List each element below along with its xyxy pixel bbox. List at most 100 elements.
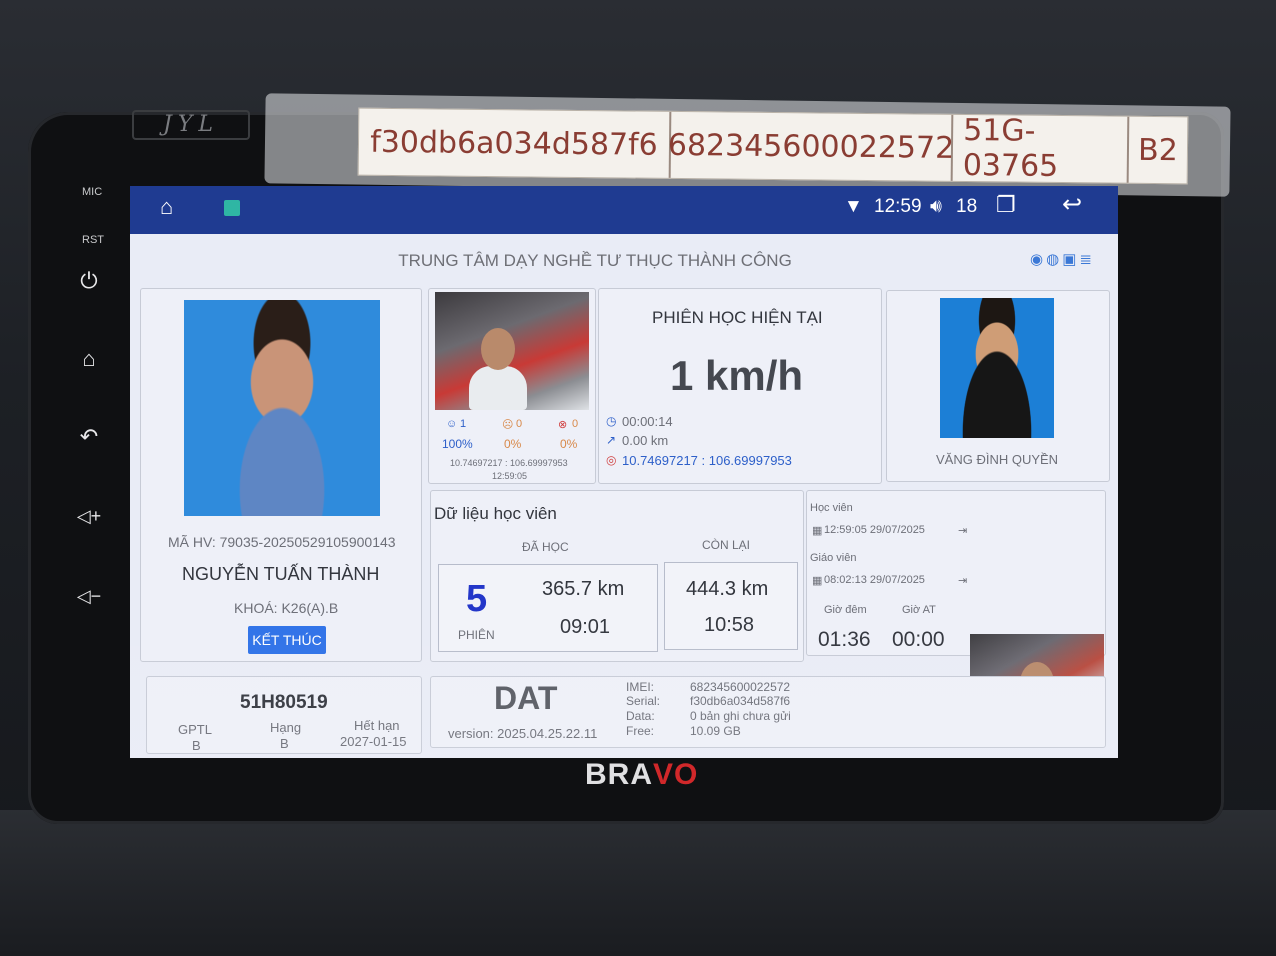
logout-icon-student[interactable]: ⇥	[958, 524, 967, 537]
back-icon[interactable]: ↶	[74, 424, 104, 450]
timer-icon: ◷	[606, 414, 617, 428]
mic-label: MIC	[82, 186, 103, 198]
car-dashboard-scene: JYL MIC RST ⏻ ⌂ ↶ ◁+ ◁− f30db6a034d587f6…	[0, 0, 1276, 956]
driver-face	[481, 328, 515, 370]
face-fail-pct: 0%	[560, 437, 578, 451]
gptl-label: GPTL	[178, 722, 212, 737]
session-distance: 0.00 km	[622, 433, 669, 448]
logout-icon-teacher[interactable]: ⇥	[958, 574, 967, 587]
cabin-camera-view	[435, 292, 589, 410]
imei-value: 682345600022572	[690, 680, 791, 694]
app-name: DAT	[494, 680, 558, 716]
clock: 12:59	[874, 196, 922, 217]
session-speed: 1 km/h	[670, 352, 804, 399]
at-hours-value: 00:00	[892, 628, 945, 651]
end-session-button[interactable]: KẾT THÚC	[248, 626, 326, 654]
student-photo	[184, 300, 380, 516]
login-student-label: Học viên	[810, 502, 853, 514]
globe-icon[interactable]: ◍	[1046, 251, 1062, 268]
student-name: NGUYỄN TUẤN THÀNH	[182, 564, 380, 584]
training-center-name: TRUNG TÂM DẠY NGHỀ TƯ THỤC THÀNH CÔNG	[398, 251, 792, 270]
power-icon[interactable]: ⏻	[74, 268, 104, 294]
compass-icon[interactable]: ◉	[1030, 251, 1046, 268]
remaining-km: 444.3 km	[686, 578, 769, 600]
expiry-value: 2027-01-15	[340, 734, 407, 749]
class-label: Hạng	[270, 720, 302, 735]
gptl-value: B	[192, 738, 201, 753]
bravo-logo-part-b: VO	[653, 758, 699, 791]
at-hours-label: Giờ AT	[902, 604, 936, 616]
session-gps: 10.74697217 : 106.69997953	[622, 453, 792, 468]
face-match-pct: 100%	[442, 437, 473, 451]
status-bar: ⌂ ▼ 12:59 🔊︎ 18 ❐ ↩	[130, 186, 1118, 234]
free-value: 10.09 GB	[690, 724, 741, 738]
calendar-icon-student: ▦	[812, 525, 823, 537]
home-icon[interactable]: ⌂	[74, 346, 104, 372]
face-unknown-count: 0	[516, 418, 523, 430]
session-title: PHIÊN HỌC HIỆN TẠI	[652, 308, 823, 327]
app-screen: ⌂ ▼ 12:59 🔊︎ 18 ❐ ↩ TRUNG TÂM DẠY NGHỀ T…	[130, 186, 1118, 758]
camera-coords: 10.74697217 : 106.69997953	[450, 458, 568, 468]
serial-value: f30db6a034d587f6	[690, 694, 791, 708]
wifi-icon: ▼	[844, 196, 863, 217]
learned-header: ĐÃ HỌC	[522, 540, 569, 554]
teacher-name: VĂNG ĐÌNH QUYỀN	[936, 452, 1059, 467]
data-value: 0 bản ghi chưa gửi	[690, 709, 791, 723]
login-teacher-label: Giáo viên	[810, 552, 857, 564]
student-data-title: Dữ liệu học viên	[434, 504, 557, 523]
expiry-label: Hết hạn	[354, 718, 400, 733]
face-match-count: 1	[460, 418, 467, 430]
bravo-logo: BRAVO	[585, 758, 698, 792]
face-unknown-pct: 0%	[504, 437, 522, 451]
database-icon[interactable]: ≣	[1079, 251, 1095, 268]
rst-label[interactable]: RST	[82, 234, 104, 246]
camera-icon[interactable]: ▣	[1062, 251, 1079, 268]
home-nav-icon[interactable]: ⌂	[160, 194, 173, 220]
login-teacher-time: 08:02:13 29/07/2025	[824, 574, 925, 586]
face-fail-icon: ⊗	[558, 419, 568, 431]
app-version: version: 2025.04.25.22.11	[448, 726, 598, 741]
calendar-icon-teacher: ▦	[812, 575, 823, 587]
volume-up-icon[interactable]: ◁+	[74, 506, 104, 527]
sticker-serial: f30db6a034d587f6	[358, 108, 672, 178]
driver-body	[469, 366, 527, 410]
frame-brand-label: JYL	[132, 110, 250, 140]
bravo-logo-part-a: BRA	[585, 758, 653, 791]
night-hours-label: Giờ đêm	[824, 604, 867, 616]
gps-icon: ◎	[606, 453, 617, 467]
class-value: B	[280, 736, 289, 751]
device-id-sticker: f30db6a034d587f6 682345600022572 51G-037…	[357, 107, 1189, 185]
camera-time: 12:59:05	[492, 471, 528, 481]
free-label: Free:	[626, 724, 655, 738]
session-elapsed: 00:00:14	[622, 414, 673, 429]
remaining-time: 10:58	[704, 614, 755, 636]
learned-km: 365.7 km	[542, 578, 625, 600]
face-match-icon: ☺	[446, 418, 458, 430]
recent-apps-icon[interactable]: ❐	[996, 192, 1016, 218]
volume-down-icon[interactable]: ◁−	[74, 586, 104, 607]
dashboard-lower-panel	[0, 810, 1276, 956]
serial-label: Serial:	[626, 694, 661, 708]
session-count: 5	[466, 578, 488, 620]
back-nav-icon[interactable]: ↩	[1062, 190, 1082, 219]
data-label: Data:	[626, 709, 655, 723]
teacher-photo	[940, 298, 1054, 438]
student-course: KHOÁ: K26(A).B	[234, 600, 339, 616]
vehicle-plate: 51H80519	[240, 692, 328, 713]
volume-icon: 🔊︎	[930, 196, 942, 217]
app-notification-icon	[224, 200, 240, 216]
volume-level: 18	[956, 196, 978, 217]
login-student-time: 12:59:05 29/07/2025	[824, 524, 925, 536]
distance-icon: ↗	[606, 433, 617, 447]
sticker-plate: 51G-03765	[952, 113, 1130, 184]
face-fail-count: 0	[572, 418, 579, 430]
face-unknown-icon: ☹	[502, 419, 514, 431]
learned-time: 09:01	[560, 616, 611, 638]
night-hours-value: 01:36	[818, 628, 871, 651]
student-id: MÃ HV: 79035-20250529105900143	[168, 534, 396, 550]
imei-label: IMEI:	[626, 680, 655, 694]
sticker-class: B2	[1137, 132, 1179, 168]
remaining-header: CÒN LẠI	[702, 538, 751, 552]
session-count-label: PHIÊN	[458, 628, 495, 642]
toolbar-icons[interactable]: ◉◍▣≣	[1030, 250, 1095, 268]
